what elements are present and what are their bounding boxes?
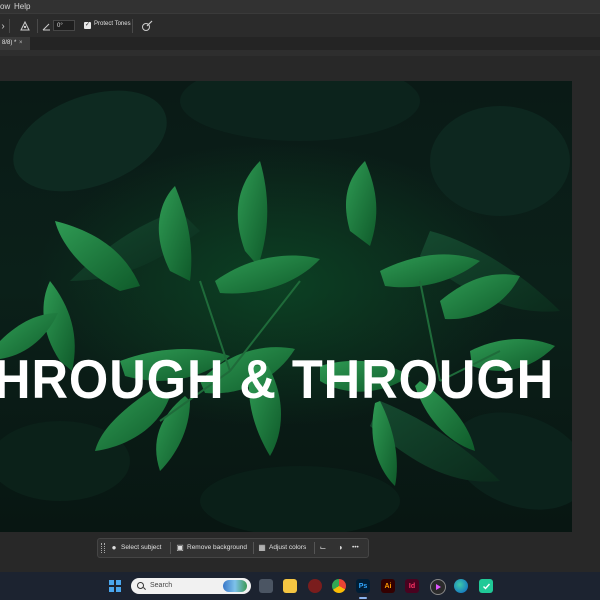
select-subject-button[interactable]: ● Select subject <box>110 541 162 554</box>
image-icon: ▣ <box>176 542 184 552</box>
divider <box>170 542 171 554</box>
more-options-button[interactable]: ••• <box>352 541 359 554</box>
canvas-image[interactable]: HROUGH & THROUGH <box>0 81 572 532</box>
windows-taskbar: Search Ps Ai Id <box>0 572 600 600</box>
person-icon: ● <box>111 542 117 552</box>
security-shield-icon[interactable] <box>479 579 493 593</box>
angle-icon <box>41 19 51 33</box>
angle-input[interactable]: 0° <box>53 20 75 31</box>
transform-icon: ⌙ <box>319 542 327 552</box>
app-red-icon[interactable] <box>308 579 322 593</box>
divider <box>9 19 10 33</box>
search-highlight-icon <box>223 580 247 592</box>
media-player-icon[interactable] <box>430 579 446 595</box>
more-icon: ••• <box>352 544 359 551</box>
active-app-indicator <box>359 597 367 599</box>
divider <box>132 19 133 33</box>
document-tab-bar: 8/8) * × <box>0 37 600 50</box>
adjust-colors-button[interactable]: ▦ Adjust colors <box>258 541 306 554</box>
document-tab-label: 8/8) * <box>2 40 17 46</box>
remove-background-button[interactable]: ▣ Remove background <box>176 541 247 554</box>
protect-tones-checkbox[interactable]: ✓ <box>84 22 91 29</box>
file-explorer-icon[interactable] <box>283 579 297 593</box>
edge-icon[interactable] <box>454 579 468 593</box>
chrome-icon[interactable] <box>332 579 346 593</box>
leaf-artwork <box>0 81 572 532</box>
options-bar: › 0° ✓ Protect Tones <box>0 13 600 39</box>
divider <box>253 542 254 554</box>
illustrator-icon[interactable]: Ai <box>381 579 395 593</box>
menu-help[interactable]: Help <box>14 0 30 13</box>
tool-preset-chevron-icon[interactable]: › <box>0 19 6 33</box>
adjustment-layer-button[interactable]: ◑ <box>336 541 344 554</box>
transform-button[interactable]: ⌙ <box>319 541 327 554</box>
brush-angle-icon[interactable] <box>18 19 32 33</box>
task-view-icon[interactable] <box>259 579 273 593</box>
indesign-icon[interactable]: Id <box>405 579 419 593</box>
windows-start-icon[interactable] <box>109 580 121 592</box>
half-circle-icon: ◑ <box>337 542 343 552</box>
taskbar-search[interactable]: Search <box>131 578 251 594</box>
divider <box>314 542 315 554</box>
document-tab[interactable]: 8/8) * × <box>0 37 30 50</box>
menu-bar: ow Help <box>0 0 600 13</box>
adjust-colors-label: Adjust colors <box>269 544 307 551</box>
photoshop-icon[interactable]: Ps <box>356 579 370 593</box>
drag-handle-icon[interactable] <box>101 543 105 553</box>
select-subject-label: Select subject <box>121 544 162 551</box>
ruler <box>0 50 600 56</box>
adjust-icon: ▦ <box>258 542 266 552</box>
contextual-task-bar: ● Select subject ▣ Remove background ▦ A… <box>97 538 369 558</box>
protect-tones-label: Protect Tones <box>94 21 131 27</box>
close-tab-icon[interactable]: × <box>19 37 23 50</box>
headline-text: HROUGH & THROUGH <box>0 348 555 410</box>
search-placeholder: Search <box>150 582 173 589</box>
pressure-brush-icon[interactable] <box>140 19 154 33</box>
menu-window[interactable]: ow <box>0 0 10 13</box>
search-icon <box>137 582 144 589</box>
divider <box>37 19 38 33</box>
remove-background-label: Remove background <box>187 544 247 551</box>
